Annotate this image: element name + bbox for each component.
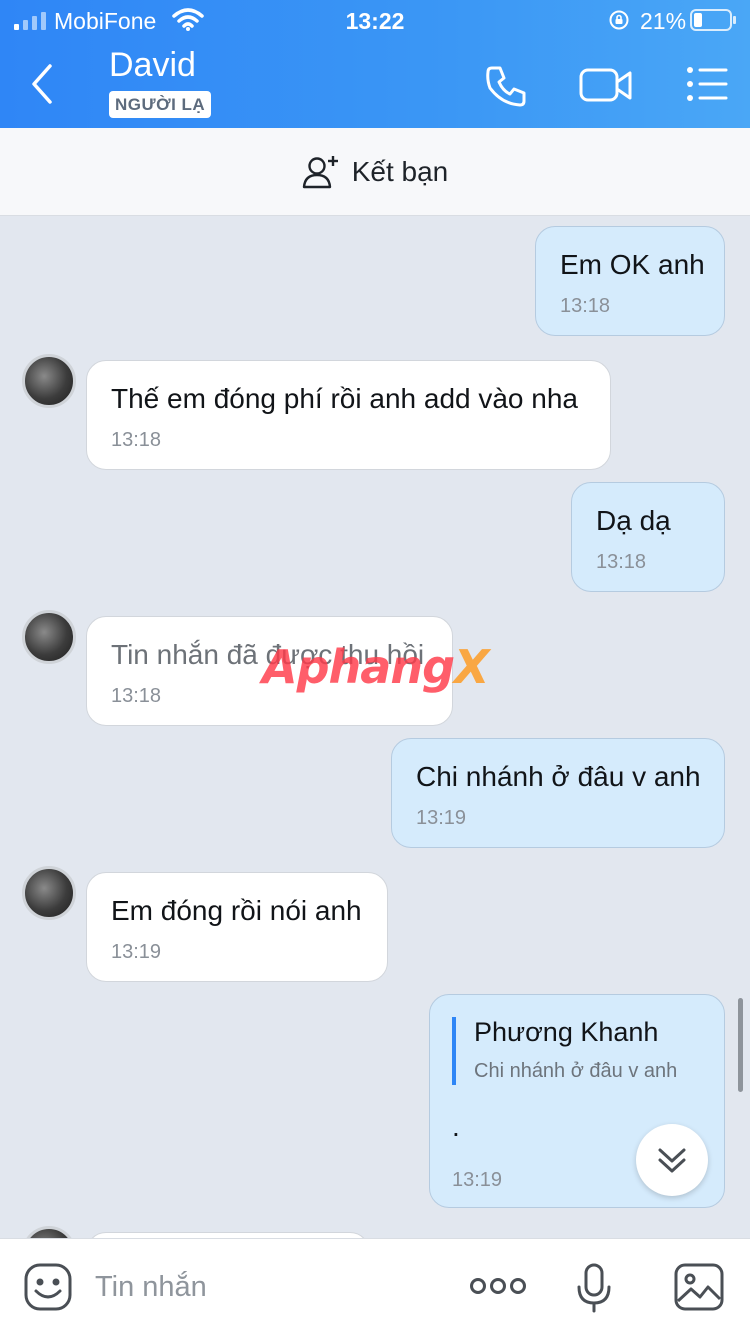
avatar[interactable] [22,866,76,920]
message-input[interactable]: Tin nhắn [95,1271,207,1304]
avatar[interactable] [22,610,76,664]
message-time: 13:18 [596,551,647,573]
quoted-sender: Phương Khanh [474,1017,659,1047]
message-composer: Tin nhắn [0,1238,750,1334]
more-options-icon[interactable] [470,1271,526,1301]
message-bubble-outgoing[interactable]: Em OK anh 13:18 [535,226,725,336]
microphone-icon[interactable] [576,1263,612,1313]
message-time: 13:19 [111,941,162,963]
message-time: 13:19 [416,807,467,829]
contact-name[interactable]: David [109,46,196,85]
message-time: 13:18 [560,295,611,317]
battery-icon [690,9,736,31]
menu-icon[interactable] [684,60,736,112]
stranger-badge: NGƯỜI LẠ [109,91,212,118]
message-bubble-incoming[interactable]: Thế em đóng phí rồi anh add vào nha 13:1… [86,360,611,470]
message-text: Em OK anh [560,249,705,280]
phone-icon[interactable] [480,60,532,112]
chevron-double-down-icon [658,1148,686,1173]
message-time: 13:18 [111,429,162,451]
sticker-icon[interactable] [24,1263,72,1311]
message-text: Dạ dạ [596,505,671,536]
add-friend-icon [302,155,338,188]
status-time: 13:22 [345,8,405,34]
message-text: Thế em đóng phí rồi anh add vào nha [111,383,579,414]
add-friend-label: Kết bạn [351,155,449,187]
watermark-logo: AphangX [262,640,489,694]
quoted-text: Chi nhánh ở đâu v anh [474,1060,678,1082]
image-icon[interactable] [674,1263,724,1311]
status-bar: MobiFone 13:22 21% [0,0,750,42]
scroll-to-bottom-button[interactable] [636,1124,708,1196]
battery-percent: 21% [640,8,687,34]
rotation-lock-icon [609,10,629,30]
avatar[interactable] [22,354,76,408]
message-bubble-incoming[interactable]: Em đóng rồi nói anh 13:19 [86,872,388,982]
message-text: . [452,1111,460,1142]
chat-header: MobiFone 13:22 21% David NGƯỜI LẠ [0,0,750,128]
back-icon[interactable] [24,58,64,110]
scrollbar[interactable] [738,998,743,1092]
message-bubble-outgoing[interactable]: Chi nhánh ở đâu v anh 13:19 [391,738,725,848]
message-time: 13:19 [452,1169,503,1191]
message-text: Chi nhánh ở đâu v anh [416,761,701,792]
quoted-message[interactable]: Phương Khanh Chi nhánh ở đâu v anh [452,1017,677,1085]
add-friend-button[interactable]: Kết bạn [0,128,750,216]
message-bubble-outgoing[interactable]: Dạ dạ 13:18 [571,482,725,592]
message-text: Em đóng rồi nói anh [111,895,362,926]
video-call-icon[interactable] [578,60,634,112]
